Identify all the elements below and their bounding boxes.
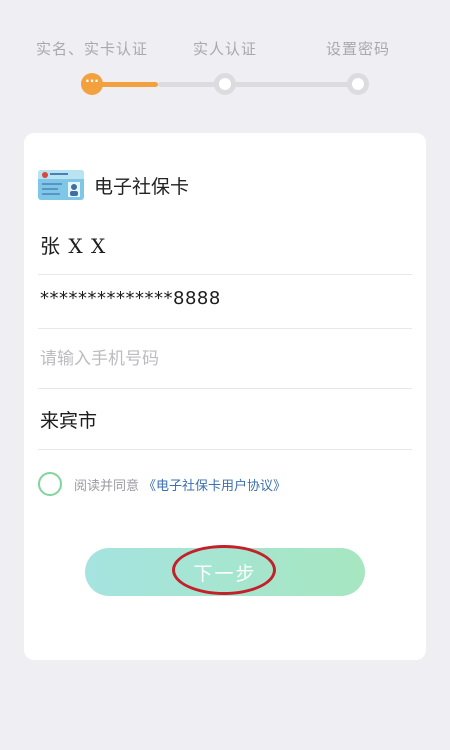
progress-track-remaining bbox=[158, 82, 358, 87]
city-value: 来宾市 bbox=[40, 410, 98, 432]
agreement-checkbox[interactable] bbox=[38, 472, 62, 496]
agreement-link[interactable]: 《电子社保卡用户协议》 bbox=[143, 475, 286, 494]
phone-input[interactable] bbox=[40, 348, 412, 369]
progress-stepper: 实名、实卡认证 实人认证 设置密码 ··· bbox=[0, 0, 450, 110]
card-header: 电子社保卡 bbox=[38, 169, 189, 201]
id-number-value: **************8888 bbox=[40, 288, 221, 309]
step-label-password: 设置密码 bbox=[325, 40, 391, 58]
social-security-card-icon bbox=[38, 170, 84, 200]
phone-field[interactable] bbox=[38, 329, 412, 389]
step-label-identity: 实名、实卡认证 bbox=[35, 40, 149, 58]
next-step-button[interactable]: 下一步 bbox=[85, 548, 365, 596]
name-field: 张 X X bbox=[38, 215, 412, 275]
form-card: 电子社保卡 张 X X **************8888 来宾市 阅读并同意… bbox=[24, 133, 426, 660]
step-label-face: 实人认证 bbox=[192, 40, 258, 58]
step-dot-password bbox=[347, 73, 369, 95]
step-dot-face bbox=[214, 73, 236, 95]
id-number-field: **************8888 bbox=[38, 269, 412, 329]
step-dot-active: ··· bbox=[81, 73, 103, 95]
agreement-row: 阅读并同意 《电子社保卡用户协议》 bbox=[38, 472, 286, 496]
city-field[interactable]: 来宾市 bbox=[38, 390, 412, 450]
card-title: 电子社保卡 bbox=[94, 175, 190, 198]
agreement-text: 阅读并同意 bbox=[74, 478, 140, 494]
name-value: 张 X X bbox=[40, 234, 107, 258]
